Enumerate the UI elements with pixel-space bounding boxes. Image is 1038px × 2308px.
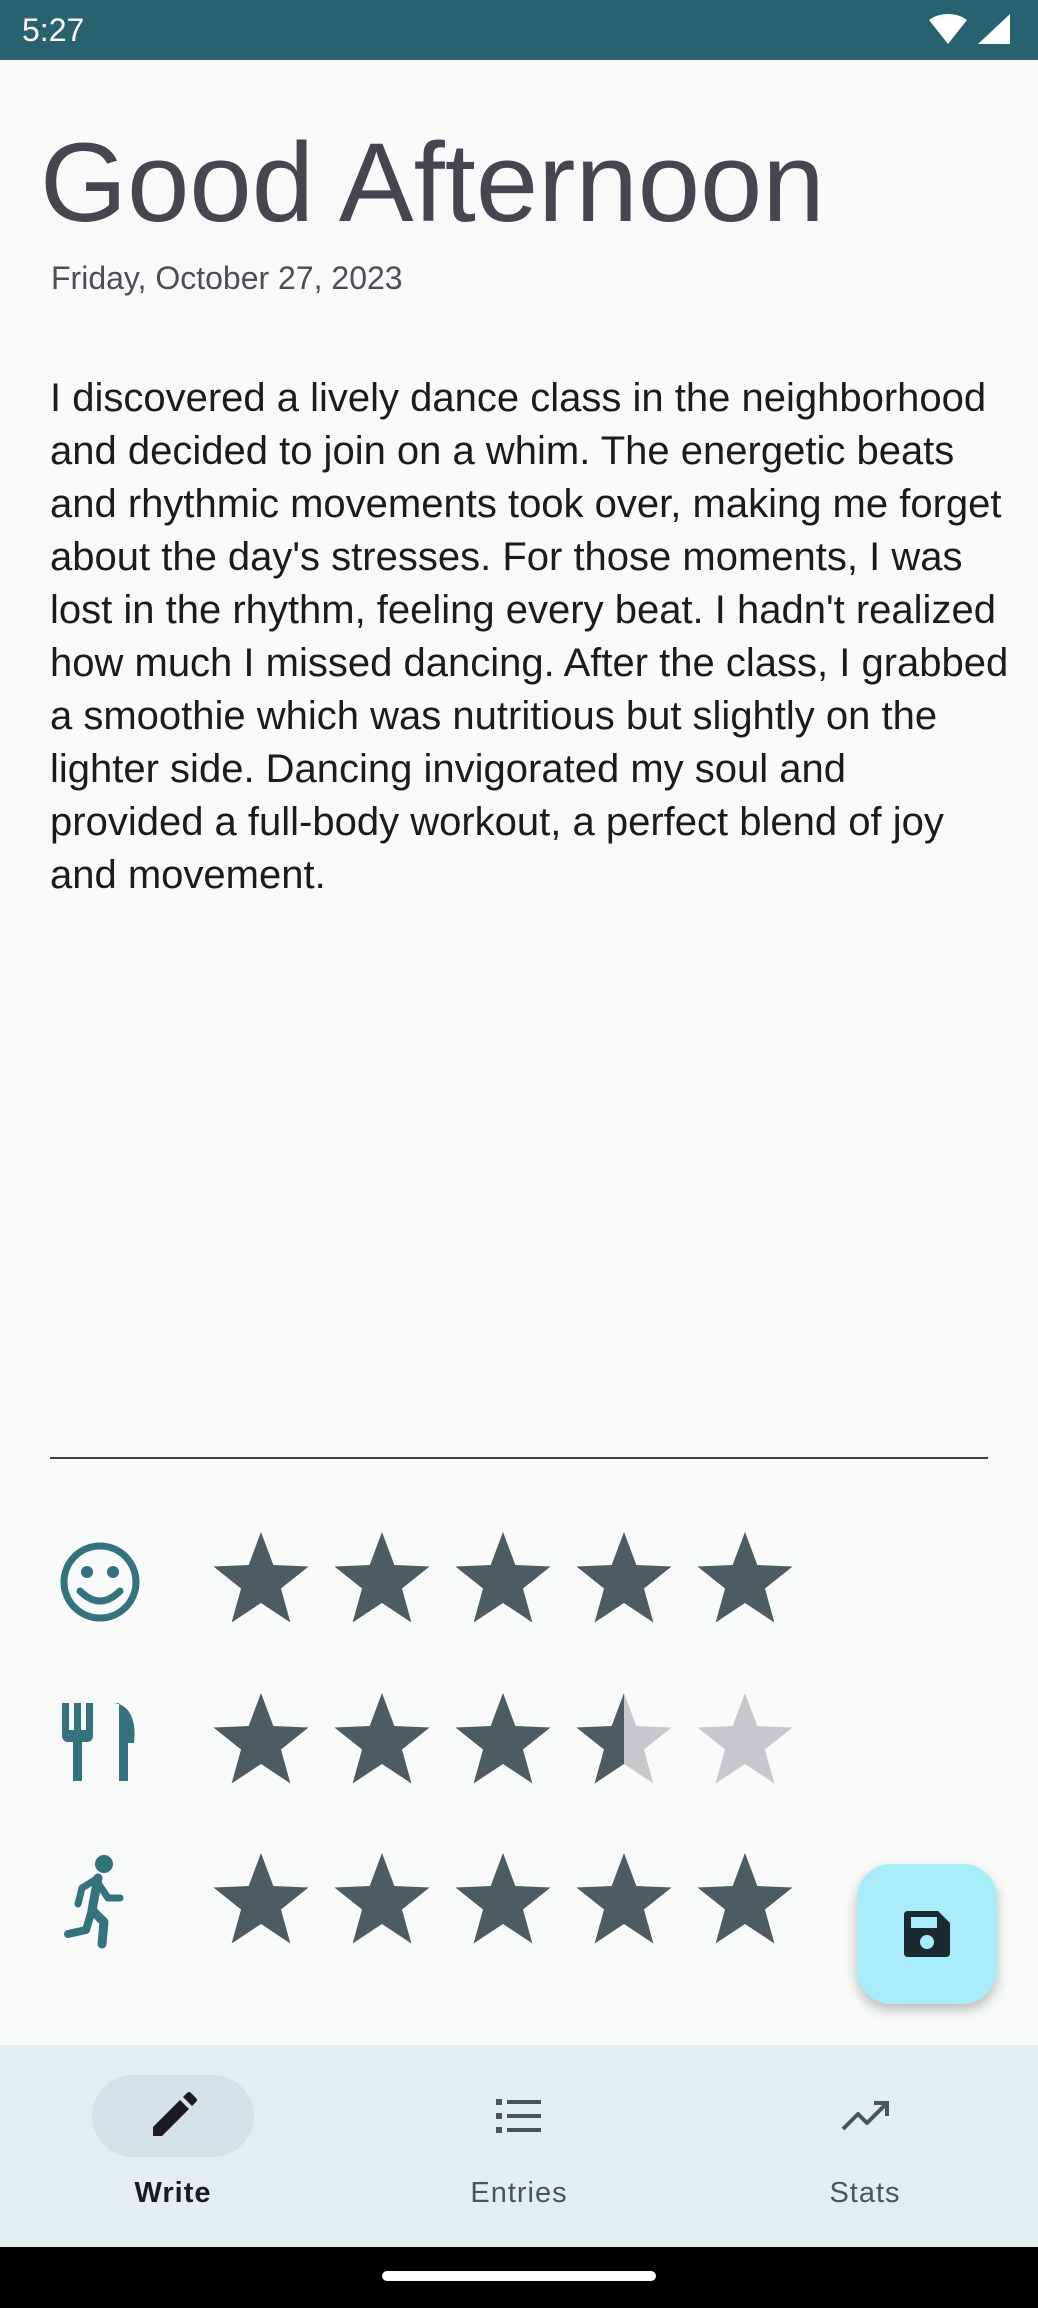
list-icon: [496, 2099, 541, 2133]
cellular-signal-icon: [978, 14, 1010, 44]
pencil-icon: [153, 2092, 197, 2136]
smiley-face-icon: [50, 1527, 150, 1637]
rating-star[interactable]: [697, 1853, 793, 1944]
greeting-title: Good Afternoon: [40, 120, 825, 245]
status-time: 5:27: [22, 12, 85, 48]
nav-label-entries: Entries: [470, 2177, 568, 2209]
save-button[interactable]: [857, 1864, 997, 2004]
save-icon: [904, 1911, 950, 1957]
rating-star[interactable]: [334, 1853, 430, 1944]
rating-star[interactable]: [455, 1693, 551, 1784]
wifi-icon: [929, 14, 967, 44]
gesture-navigation-bar: [0, 2247, 1038, 2308]
running-person-icon: [50, 1848, 150, 1958]
nav-item-entries[interactable]: Entries: [346, 2045, 692, 2247]
rating-star[interactable]: [213, 1853, 309, 1944]
status-icons: [928, 12, 1012, 46]
rating-star[interactable]: [455, 1532, 551, 1623]
rating-star[interactable]: [697, 1693, 793, 1784]
rating-star[interactable]: [213, 1532, 309, 1623]
rating-row-mood: [0, 1527, 1038, 1637]
nav-item-stats[interactable]: Stats: [692, 2045, 1038, 2247]
star-rating[interactable]: [205, 1688, 810, 1798]
rating-star[interactable]: [334, 1532, 430, 1623]
status-bar: 5:27: [0, 0, 1038, 60]
nav-item-write[interactable]: Write: [0, 2045, 346, 2247]
nav-label-stats: Stats: [829, 2177, 901, 2209]
rating-star[interactable]: [576, 1853, 672, 1944]
home-gesture-handle[interactable]: [382, 2271, 656, 2281]
rating-star[interactable]: [576, 1693, 672, 1784]
rating-star[interactable]: [576, 1532, 672, 1623]
nav-label-write: Write: [134, 2177, 212, 2209]
trending-up-icon: [841, 2101, 889, 2131]
journal-entry-text[interactable]: I discovered a lively dance class in the…: [50, 372, 1010, 902]
rating-star[interactable]: [697, 1532, 793, 1623]
rating-star[interactable]: [334, 1693, 430, 1784]
rating-row-food: [0, 1688, 1038, 1798]
fork-knife-icon: [50, 1688, 150, 1798]
divider: [50, 1457, 988, 1459]
star-rating[interactable]: [205, 1527, 810, 1637]
star-rating[interactable]: [205, 1848, 810, 1958]
entry-date: Friday, October 27, 2023: [51, 260, 403, 296]
rating-star[interactable]: [455, 1853, 551, 1944]
rating-star[interactable]: [213, 1693, 309, 1784]
bottom-navigation: Write Entries Stats: [0, 2045, 1038, 2247]
